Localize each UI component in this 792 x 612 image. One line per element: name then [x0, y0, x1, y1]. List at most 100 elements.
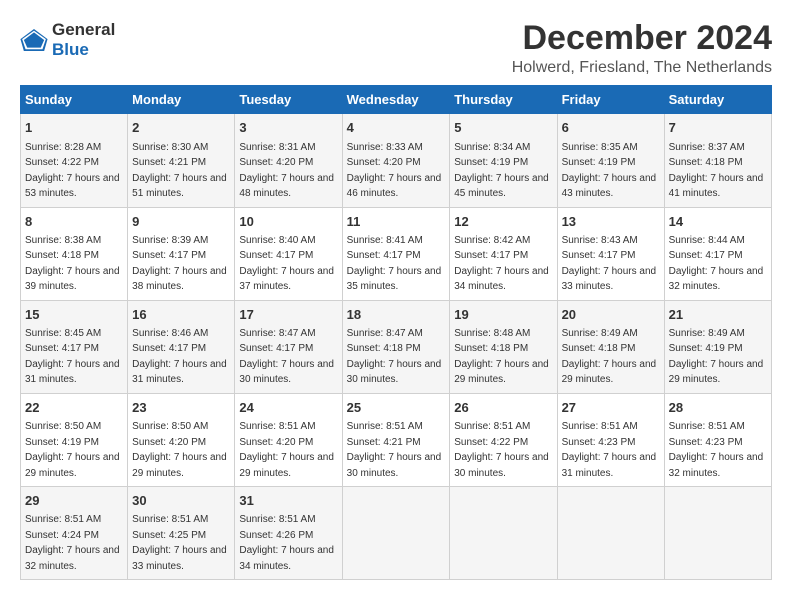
day-number: 31 — [239, 492, 337, 510]
day-number: 14 — [669, 213, 767, 231]
day-header-sunday: Sunday — [21, 86, 128, 114]
calendar-cell: 22 Sunrise: 8:50 AMSunset: 4:19 PMDaylig… — [21, 393, 128, 486]
day-number: 10 — [239, 213, 337, 231]
calendar-header-row: SundayMondayTuesdayWednesdayThursdayFrid… — [21, 86, 772, 114]
day-header-tuesday: Tuesday — [235, 86, 342, 114]
calendar-cell: 18 Sunrise: 8:47 AMSunset: 4:18 PMDaylig… — [342, 300, 450, 393]
calendar-cell: 11 Sunrise: 8:41 AMSunset: 4:17 PMDaylig… — [342, 207, 450, 300]
day-info: Sunrise: 8:44 AMSunset: 4:17 PMDaylight:… — [669, 235, 764, 293]
logo-icon — [20, 29, 48, 51]
day-number: 24 — [239, 399, 337, 417]
day-info: Sunrise: 8:31 AMSunset: 4:20 PMDaylight:… — [239, 142, 334, 200]
calendar-cell — [664, 487, 771, 580]
day-number: 26 — [454, 399, 552, 417]
calendar-cell: 1 Sunrise: 8:28 AMSunset: 4:22 PMDayligh… — [21, 114, 128, 207]
logo-text: General Blue — [52, 20, 115, 60]
day-number: 15 — [25, 306, 123, 324]
day-info: Sunrise: 8:37 AMSunset: 4:18 PMDaylight:… — [669, 142, 764, 200]
day-info: Sunrise: 8:51 AMSunset: 4:23 PMDaylight:… — [669, 421, 764, 479]
day-number: 18 — [347, 306, 446, 324]
calendar-table: SundayMondayTuesdayWednesdayThursdayFrid… — [20, 85, 772, 580]
day-info: Sunrise: 8:51 AMSunset: 4:24 PMDaylight:… — [25, 514, 120, 572]
calendar-cell: 12 Sunrise: 8:42 AMSunset: 4:17 PMDaylig… — [450, 207, 557, 300]
day-number: 8 — [25, 213, 123, 231]
calendar-cell — [450, 487, 557, 580]
calendar-cell: 15 Sunrise: 8:45 AMSunset: 4:17 PMDaylig… — [21, 300, 128, 393]
day-info: Sunrise: 8:30 AMSunset: 4:21 PMDaylight:… — [132, 142, 227, 200]
calendar-cell: 10 Sunrise: 8:40 AMSunset: 4:17 PMDaylig… — [235, 207, 342, 300]
day-info: Sunrise: 8:51 AMSunset: 4:26 PMDaylight:… — [239, 514, 334, 572]
day-info: Sunrise: 8:41 AMSunset: 4:17 PMDaylight:… — [347, 235, 442, 293]
day-number: 3 — [239, 119, 337, 137]
calendar-cell: 4 Sunrise: 8:33 AMSunset: 4:20 PMDayligh… — [342, 114, 450, 207]
calendar-cell: 25 Sunrise: 8:51 AMSunset: 4:21 PMDaylig… — [342, 393, 450, 486]
day-header-saturday: Saturday — [664, 86, 771, 114]
calendar-cell: 5 Sunrise: 8:34 AMSunset: 4:19 PMDayligh… — [450, 114, 557, 207]
day-number: 20 — [562, 306, 660, 324]
day-info: Sunrise: 8:47 AMSunset: 4:17 PMDaylight:… — [239, 328, 334, 386]
calendar-week-1: 1 Sunrise: 8:28 AMSunset: 4:22 PMDayligh… — [21, 114, 772, 207]
day-number: 17 — [239, 306, 337, 324]
day-info: Sunrise: 8:51 AMSunset: 4:20 PMDaylight:… — [239, 421, 334, 479]
day-info: Sunrise: 8:46 AMSunset: 4:17 PMDaylight:… — [132, 328, 227, 386]
logo-blue: Blue — [52, 40, 89, 59]
day-info: Sunrise: 8:51 AMSunset: 4:22 PMDaylight:… — [454, 421, 549, 479]
calendar-cell: 2 Sunrise: 8:30 AMSunset: 4:21 PMDayligh… — [128, 114, 235, 207]
calendar-cell: 13 Sunrise: 8:43 AMSunset: 4:17 PMDaylig… — [557, 207, 664, 300]
subtitle: Holwerd, Friesland, The Netherlands — [512, 59, 772, 77]
calendar-week-5: 29 Sunrise: 8:51 AMSunset: 4:24 PMDaylig… — [21, 487, 772, 580]
calendar-cell: 27 Sunrise: 8:51 AMSunset: 4:23 PMDaylig… — [557, 393, 664, 486]
calendar-cell: 17 Sunrise: 8:47 AMSunset: 4:17 PMDaylig… — [235, 300, 342, 393]
day-number: 28 — [669, 399, 767, 417]
day-number: 21 — [669, 306, 767, 324]
day-number: 6 — [562, 119, 660, 137]
calendar-cell: 14 Sunrise: 8:44 AMSunset: 4:17 PMDaylig… — [664, 207, 771, 300]
day-number: 29 — [25, 492, 123, 510]
day-info: Sunrise: 8:49 AMSunset: 4:19 PMDaylight:… — [669, 328, 764, 386]
logo: General Blue — [20, 20, 115, 60]
day-number: 19 — [454, 306, 552, 324]
calendar-cell — [342, 487, 450, 580]
calendar-cell: 19 Sunrise: 8:48 AMSunset: 4:18 PMDaylig… — [450, 300, 557, 393]
day-number: 5 — [454, 119, 552, 137]
day-header-thursday: Thursday — [450, 86, 557, 114]
main-title: December 2024 — [512, 20, 772, 57]
calendar-cell: 21 Sunrise: 8:49 AMSunset: 4:19 PMDaylig… — [664, 300, 771, 393]
day-info: Sunrise: 8:43 AMSunset: 4:17 PMDaylight:… — [562, 235, 657, 293]
day-info: Sunrise: 8:48 AMSunset: 4:18 PMDaylight:… — [454, 328, 549, 386]
day-info: Sunrise: 8:39 AMSunset: 4:17 PMDaylight:… — [132, 235, 227, 293]
day-number: 25 — [347, 399, 446, 417]
day-number: 11 — [347, 213, 446, 231]
day-header-friday: Friday — [557, 86, 664, 114]
day-info: Sunrise: 8:51 AMSunset: 4:21 PMDaylight:… — [347, 421, 442, 479]
page-header: General Blue December 2024 Holwerd, Frie… — [20, 20, 772, 77]
day-info: Sunrise: 8:35 AMSunset: 4:19 PMDaylight:… — [562, 142, 657, 200]
calendar-cell: 9 Sunrise: 8:39 AMSunset: 4:17 PMDayligh… — [128, 207, 235, 300]
day-header-wednesday: Wednesday — [342, 86, 450, 114]
logo-general: General — [52, 20, 115, 39]
calendar-week-2: 8 Sunrise: 8:38 AMSunset: 4:18 PMDayligh… — [21, 207, 772, 300]
calendar-cell — [557, 487, 664, 580]
day-info: Sunrise: 8:51 AMSunset: 4:25 PMDaylight:… — [132, 514, 227, 572]
day-number: 2 — [132, 119, 230, 137]
calendar-cell: 26 Sunrise: 8:51 AMSunset: 4:22 PMDaylig… — [450, 393, 557, 486]
calendar-cell: 24 Sunrise: 8:51 AMSunset: 4:20 PMDaylig… — [235, 393, 342, 486]
calendar-cell: 6 Sunrise: 8:35 AMSunset: 4:19 PMDayligh… — [557, 114, 664, 207]
day-number: 9 — [132, 213, 230, 231]
calendar-cell: 30 Sunrise: 8:51 AMSunset: 4:25 PMDaylig… — [128, 487, 235, 580]
day-number: 22 — [25, 399, 123, 417]
calendar-week-3: 15 Sunrise: 8:45 AMSunset: 4:17 PMDaylig… — [21, 300, 772, 393]
calendar-week-4: 22 Sunrise: 8:50 AMSunset: 4:19 PMDaylig… — [21, 393, 772, 486]
day-number: 23 — [132, 399, 230, 417]
day-info: Sunrise: 8:47 AMSunset: 4:18 PMDaylight:… — [347, 328, 442, 386]
day-info: Sunrise: 8:38 AMSunset: 4:18 PMDaylight:… — [25, 235, 120, 293]
day-info: Sunrise: 8:28 AMSunset: 4:22 PMDaylight:… — [25, 142, 120, 200]
calendar-cell: 16 Sunrise: 8:46 AMSunset: 4:17 PMDaylig… — [128, 300, 235, 393]
calendar-cell: 20 Sunrise: 8:49 AMSunset: 4:18 PMDaylig… — [557, 300, 664, 393]
day-info: Sunrise: 8:51 AMSunset: 4:23 PMDaylight:… — [562, 421, 657, 479]
calendar-cell: 8 Sunrise: 8:38 AMSunset: 4:18 PMDayligh… — [21, 207, 128, 300]
day-info: Sunrise: 8:50 AMSunset: 4:20 PMDaylight:… — [132, 421, 227, 479]
day-info: Sunrise: 8:34 AMSunset: 4:19 PMDaylight:… — [454, 142, 549, 200]
day-number: 4 — [347, 119, 446, 137]
calendar-cell: 3 Sunrise: 8:31 AMSunset: 4:20 PMDayligh… — [235, 114, 342, 207]
